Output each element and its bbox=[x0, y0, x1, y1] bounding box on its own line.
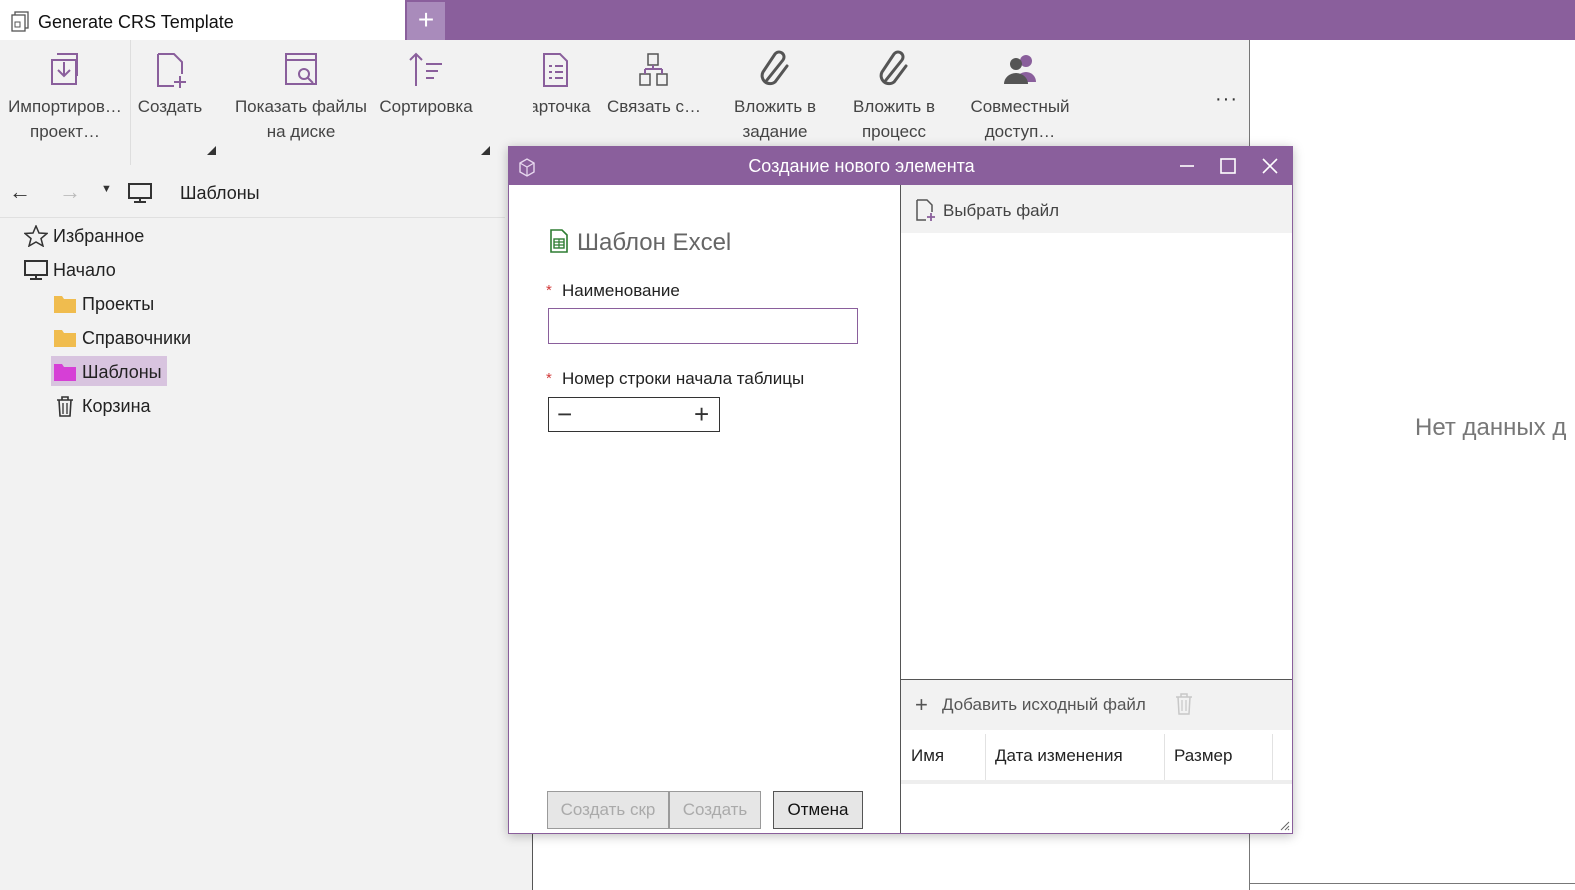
name-field-label: Наименование bbox=[562, 281, 680, 300]
link-button[interactable]: Связать с… bbox=[606, 40, 702, 119]
folder-tree: Избранное Начало Проекты Справочники Шаб… bbox=[0, 218, 505, 890]
attach-task-label: Вложить в задание bbox=[734, 97, 816, 141]
dialog-form-panel: Шаблон Excel * Наименование * Номер стро… bbox=[509, 185, 900, 833]
link-tree-icon bbox=[639, 53, 668, 86]
folder-icon bbox=[54, 330, 76, 347]
tab-title: Generate CRS Template bbox=[38, 12, 234, 32]
required-marker: * bbox=[546, 370, 552, 387]
create-dropdown-arrow[interactable] bbox=[207, 146, 216, 155]
star-icon bbox=[24, 225, 48, 247]
dialog-title: Создание нового элемента bbox=[748, 156, 975, 176]
card-icon bbox=[543, 53, 568, 87]
pick-file-label: Выбрать файл bbox=[943, 201, 1060, 220]
file-grid-header: Имя Дата изменения Размер bbox=[901, 730, 1292, 784]
create-label: Создать bbox=[137, 97, 203, 116]
create-button[interactable]: Создать bbox=[133, 40, 207, 119]
sort-label: Сортировка bbox=[379, 97, 473, 116]
preview-panel-border bbox=[1250, 883, 1575, 884]
show-files-label: Показать файлы на диске bbox=[234, 97, 368, 141]
plus-icon[interactable]: + bbox=[915, 692, 928, 718]
sort-button[interactable]: Сортировка bbox=[374, 40, 478, 119]
row-number-stepper[interactable]: − + bbox=[548, 397, 720, 432]
empty-preview-text: Нет данных д bbox=[1415, 414, 1567, 441]
history-dropdown-icon[interactable]: ▼ bbox=[101, 183, 112, 195]
excel-template-icon bbox=[550, 229, 568, 253]
sort-dropdown-arrow[interactable] bbox=[481, 146, 490, 155]
forward-arrow-icon[interactable]: → bbox=[59, 179, 81, 205]
item-type-title: Шаблон Excel bbox=[577, 229, 732, 256]
ribbon-divider bbox=[130, 40, 131, 165]
create-and-close-button[interactable]: Создать скр bbox=[547, 791, 669, 829]
folder-icon bbox=[54, 296, 76, 313]
column-header-modified[interactable]: Дата изменения bbox=[995, 746, 1123, 766]
import-label: Импортиров… проект… bbox=[8, 97, 122, 141]
users-icon bbox=[1004, 55, 1036, 84]
more-options-button[interactable]: ··· bbox=[1215, 88, 1238, 111]
tree-item-label: Корзина bbox=[82, 396, 151, 416]
document-stack-icon bbox=[11, 11, 29, 32]
folder-icon bbox=[54, 364, 76, 381]
create-button[interactable]: Создать bbox=[669, 791, 761, 829]
tree-item-label: Проекты bbox=[82, 294, 155, 314]
tree-item-label: Избранное bbox=[53, 226, 145, 246]
resize-grip-icon[interactable] bbox=[1278, 819, 1290, 831]
import-icon bbox=[51, 53, 78, 85]
paperclip-icon bbox=[879, 50, 908, 86]
breadcrumb[interactable]: Шаблоны bbox=[180, 183, 260, 204]
tab-bar: Generate CRS Template + bbox=[0, 0, 1575, 40]
row-number-label: Номер строки начала таблицы bbox=[562, 369, 805, 388]
create-item-dialog: Создание нового элемента Шаблон Excel * … bbox=[508, 146, 1293, 834]
required-marker: * bbox=[546, 282, 552, 299]
folder-search-icon bbox=[285, 53, 317, 85]
dialog-title-bar[interactable]: Создание нового элемента bbox=[509, 147, 1292, 185]
decrement-button[interactable]: − bbox=[557, 399, 572, 430]
share-label: Совместный доступ… bbox=[970, 97, 1070, 141]
add-file-icon bbox=[916, 199, 935, 221]
add-source-file-button[interactable]: Добавить исходный файл bbox=[942, 695, 1146, 715]
minimize-icon[interactable] bbox=[1176, 155, 1198, 177]
link-label: Связать с… bbox=[606, 97, 702, 116]
maximize-icon[interactable] bbox=[1217, 155, 1239, 177]
column-divider[interactable] bbox=[1164, 734, 1165, 780]
shared-access-button[interactable]: Совместный доступ… bbox=[962, 40, 1078, 144]
column-header-name[interactable]: Имя bbox=[911, 746, 944, 766]
name-input[interactable] bbox=[548, 308, 858, 344]
sort-icon bbox=[409, 52, 442, 86]
column-divider[interactable] bbox=[985, 734, 986, 780]
computer-icon[interactable] bbox=[127, 181, 153, 205]
paperclip-icon bbox=[760, 50, 789, 86]
tab-generate-crs-template[interactable]: Generate CRS Template bbox=[0, 0, 405, 40]
back-arrow-icon[interactable]: ← bbox=[9, 179, 31, 205]
tree-item-label: Шаблоны bbox=[82, 362, 162, 382]
content-border bbox=[532, 831, 533, 890]
attach-process-label: Вложить в процесс bbox=[853, 97, 935, 141]
navigation-bar: ← → ▼ Шаблоны bbox=[0, 167, 505, 218]
column-header-size[interactable]: Размер bbox=[1174, 746, 1232, 766]
add-tab-button[interactable]: + bbox=[407, 2, 445, 40]
tree-item-label: Начало bbox=[53, 260, 116, 280]
increment-button[interactable]: + bbox=[694, 399, 709, 430]
dialog-file-panel: Выбрать файл + Добавить исходный файл Им… bbox=[901, 185, 1292, 833]
show-files-on-disk-button[interactable]: Показать файлы на диске bbox=[226, 40, 376, 144]
cancel-button[interactable]: Отмена bbox=[773, 791, 863, 829]
trash-icon bbox=[57, 396, 73, 417]
import-project-button[interactable]: Импортиров… проект… bbox=[2, 40, 128, 144]
source-file-toolbar: + Добавить исходный файл bbox=[901, 679, 1292, 730]
pick-file-button[interactable]: Выбрать файл bbox=[901, 185, 1292, 233]
close-icon[interactable] bbox=[1259, 155, 1281, 177]
tree-item-label: Справочники bbox=[82, 328, 192, 348]
new-document-icon bbox=[157, 53, 186, 88]
trash-icon[interactable] bbox=[1173, 692, 1195, 716]
column-divider[interactable] bbox=[1272, 734, 1273, 780]
attach-to-task-button[interactable]: Вложить в задание bbox=[726, 40, 824, 144]
computer-icon bbox=[24, 260, 48, 280]
attach-to-process-button[interactable]: Вложить в процесс bbox=[844, 40, 944, 144]
